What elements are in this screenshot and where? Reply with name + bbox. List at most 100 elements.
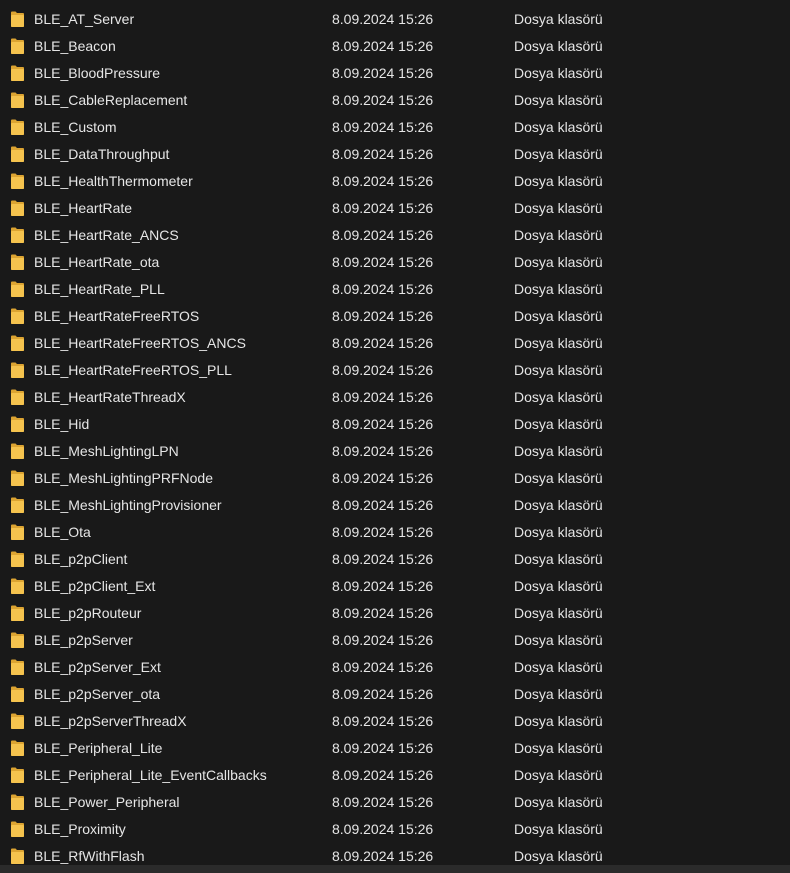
file-type: Dosya klasörü	[514, 281, 603, 297]
file-name[interactable]: BLE_Ota	[34, 524, 91, 540]
file-row[interactable]: BLE_HeartRate_PLL 8.09.2024 15:26 Dosya kl…	[0, 276, 790, 303]
file-row[interactable]: BLE_p2pServerThreadX 8.09.2024 15:26 Dosya…	[0, 708, 790, 735]
file-name[interactable]: BLE_HeartRate	[34, 200, 132, 216]
file-name[interactable]: BLE_HeartRateFreeRTOS_PLL	[34, 362, 232, 378]
file-name[interactable]: BLE_p2pRouteur	[34, 605, 141, 621]
file-row[interactable]: BLE_AT_Server 8.09.2024 15:26 Dosya klasör…	[0, 6, 790, 33]
folder-icon	[11, 686, 24, 702]
file-row[interactable]: BLE_HeartRateFreeRTOS 8.09.2024 15:26 Dosy…	[0, 303, 790, 330]
folder-icon	[11, 821, 24, 837]
file-row[interactable]: BLE_HeartRate_ANCS 8.09.2024 15:26 Dosya k…	[0, 222, 790, 249]
file-type: Dosya klasörü	[514, 821, 603, 837]
horizontal-scrollbar[interactable]	[0, 865, 790, 873]
file-name[interactable]: BLE_Peripheral_Lite_EventCallbacks	[34, 767, 267, 783]
file-type: Dosya klasörü	[514, 497, 603, 513]
file-name[interactable]: BLE_p2pServerThreadX	[34, 713, 187, 729]
file-row[interactable]: BLE_p2pServer_Ext 8.09.2024 15:26 Dosya kl…	[0, 654, 790, 681]
file-row[interactable]: BLE_p2pServer_ota 8.09.2024 15:26 Dosya kl…	[0, 681, 790, 708]
file-name[interactable]: BLE_p2pClient	[34, 551, 127, 567]
file-row[interactable]: BLE_HealthThermometer 8.09.2024 15:26 Dosy…	[0, 168, 790, 195]
file-date-modified: 8.09.2024 15:26	[332, 551, 434, 567]
file-date-modified: 8.09.2024 15:26	[332, 200, 434, 216]
file-type: Dosya klasörü	[514, 713, 603, 729]
file-name[interactable]: BLE_p2pServer_ota	[34, 686, 160, 702]
file-row[interactable]: BLE_HeartRateThreadX 8.09.2024 15:26 Dosya…	[0, 384, 790, 411]
file-row[interactable]: BLE_Hid 8.09.2024 15:26 Dosya klasörü	[0, 411, 790, 438]
file-row[interactable]: BLE_Ota 8.09.2024 15:26 Dosya klasörü	[0, 519, 790, 546]
folder-icon	[11, 227, 24, 243]
file-name[interactable]: BLE_MeshLightingPRFNode	[34, 470, 213, 486]
folder-icon	[11, 308, 24, 324]
file-date-modified: 8.09.2024 15:26	[332, 146, 434, 162]
file-name[interactable]: BLE_BloodPressure	[34, 65, 160, 81]
file-name[interactable]: BLE_RfWithFlash	[34, 848, 144, 864]
file-name[interactable]: BLE_AT_Server	[34, 11, 134, 27]
file-type: Dosya klasörü	[514, 92, 603, 108]
folder-icon	[11, 200, 24, 216]
file-type: Dosya klasörü	[514, 659, 603, 675]
file-row[interactable]: BLE_HeartRate 8.09.2024 15:26 Dosya klasör…	[0, 195, 790, 222]
folder-icon	[11, 38, 24, 54]
folder-icon	[11, 524, 24, 540]
file-row[interactable]: BLE_Peripheral_Lite_EventCallbacks 8.09.2…	[0, 762, 790, 789]
file-row[interactable]: BLE_HeartRate_ota 8.09.2024 15:26 Dosya kl…	[0, 249, 790, 276]
file-row[interactable]: BLE_CableReplacement 8.09.2024 15:26 Dosya…	[0, 87, 790, 114]
file-row[interactable]: BLE_p2pClient 8.09.2024 15:26 Dosya klasör…	[0, 546, 790, 573]
folder-icon	[11, 335, 24, 351]
file-date-modified: 8.09.2024 15:26	[332, 281, 434, 297]
file-date-modified: 8.09.2024 15:26	[332, 848, 434, 864]
folder-icon	[11, 416, 24, 432]
file-row[interactable]: BLE_Peripheral_Lite 8.09.2024 15:26 Dosya …	[0, 735, 790, 762]
file-row[interactable]: BLE_p2pClient_Ext 8.09.2024 15:26 Dosya kl…	[0, 573, 790, 600]
folder-icon	[11, 470, 24, 486]
folder-icon	[11, 443, 24, 459]
file-row[interactable]: BLE_HeartRateFreeRTOS_PLL 8.09.2024 15:26…	[0, 357, 790, 384]
file-name[interactable]: BLE_CableReplacement	[34, 92, 187, 108]
file-name[interactable]: BLE_Beacon	[34, 38, 116, 54]
file-row[interactable]: BLE_HeartRateFreeRTOS_ANCS 8.09.2024 15:2…	[0, 330, 790, 357]
file-date-modified: 8.09.2024 15:26	[332, 794, 434, 810]
file-date-modified: 8.09.2024 15:26	[332, 65, 434, 81]
file-type: Dosya klasörü	[514, 632, 603, 648]
file-name[interactable]: BLE_Proximity	[34, 821, 126, 837]
file-row[interactable]: BLE_Custom 8.09.2024 15:26 Dosya klasörü	[0, 114, 790, 141]
file-name[interactable]: BLE_HeartRate_ota	[34, 254, 159, 270]
file-name[interactable]: BLE_Power_Peripheral	[34, 794, 180, 810]
file-name[interactable]: BLE_p2pClient_Ext	[34, 578, 155, 594]
folder-icon	[11, 254, 24, 270]
file-row[interactable]: BLE_MeshLightingProvisioner 8.09.2024 15:…	[0, 492, 790, 519]
file-name[interactable]: BLE_MeshLightingProvisioner	[34, 497, 222, 513]
file-type: Dosya klasörü	[514, 200, 603, 216]
file-row[interactable]: BLE_MeshLightingPRFNode 8.09.2024 15:26 Do…	[0, 465, 790, 492]
file-type: Dosya klasörü	[514, 335, 603, 351]
file-name[interactable]: BLE_HealthThermometer	[34, 173, 193, 189]
file-date-modified: 8.09.2024 15:26	[332, 335, 434, 351]
file-date-modified: 8.09.2024 15:26	[332, 605, 434, 621]
file-name[interactable]: BLE_HeartRate_PLL	[34, 281, 165, 297]
file-name[interactable]: BLE_HeartRate_ANCS	[34, 227, 179, 243]
folder-icon	[11, 389, 24, 405]
file-date-modified: 8.09.2024 15:26	[332, 443, 434, 459]
file-name[interactable]: BLE_Hid	[34, 416, 89, 432]
file-name[interactable]: BLE_Custom	[34, 119, 116, 135]
file-name[interactable]: BLE_p2pServer	[34, 632, 133, 648]
file-name[interactable]: BLE_HeartRateFreeRTOS	[34, 308, 199, 324]
file-name[interactable]: BLE_p2pServer_Ext	[34, 659, 161, 675]
file-name[interactable]: BLE_MeshLightingLPN	[34, 443, 179, 459]
file-type: Dosya klasörü	[514, 146, 603, 162]
file-name[interactable]: BLE_HeartRateThreadX	[34, 389, 186, 405]
file-row[interactable]: BLE_BloodPressure 8.09.2024 15:26 Dosya kl…	[0, 60, 790, 87]
folder-icon	[11, 146, 24, 162]
file-row[interactable]: BLE_MeshLightingLPN 8.09.2024 15:26 Dosya …	[0, 438, 790, 465]
file-row[interactable]: BLE_Beacon 8.09.2024 15:26 Dosya klasörü	[0, 33, 790, 60]
file-row[interactable]: BLE_p2pServer 8.09.2024 15:26 Dosya klasör…	[0, 627, 790, 654]
file-name[interactable]: BLE_DataThroughput	[34, 146, 169, 162]
file-row[interactable]: BLE_Proximity 8.09.2024 15:26 Dosya klasör…	[0, 816, 790, 843]
file-name[interactable]: BLE_HeartRateFreeRTOS_ANCS	[34, 335, 246, 351]
file-row[interactable]: BLE_DataThroughput 8.09.2024 15:26 Dosya k…	[0, 141, 790, 168]
file-row[interactable]: BLE_Power_Peripheral 8.09.2024 15:26 Dosya…	[0, 789, 790, 816]
file-name[interactable]: BLE_Peripheral_Lite	[34, 740, 162, 756]
file-type: Dosya klasörü	[514, 848, 603, 864]
file-row[interactable]: BLE_p2pRouteur 8.09.2024 15:26 Dosya klasö…	[0, 600, 790, 627]
file-type: Dosya klasörü	[514, 38, 603, 54]
